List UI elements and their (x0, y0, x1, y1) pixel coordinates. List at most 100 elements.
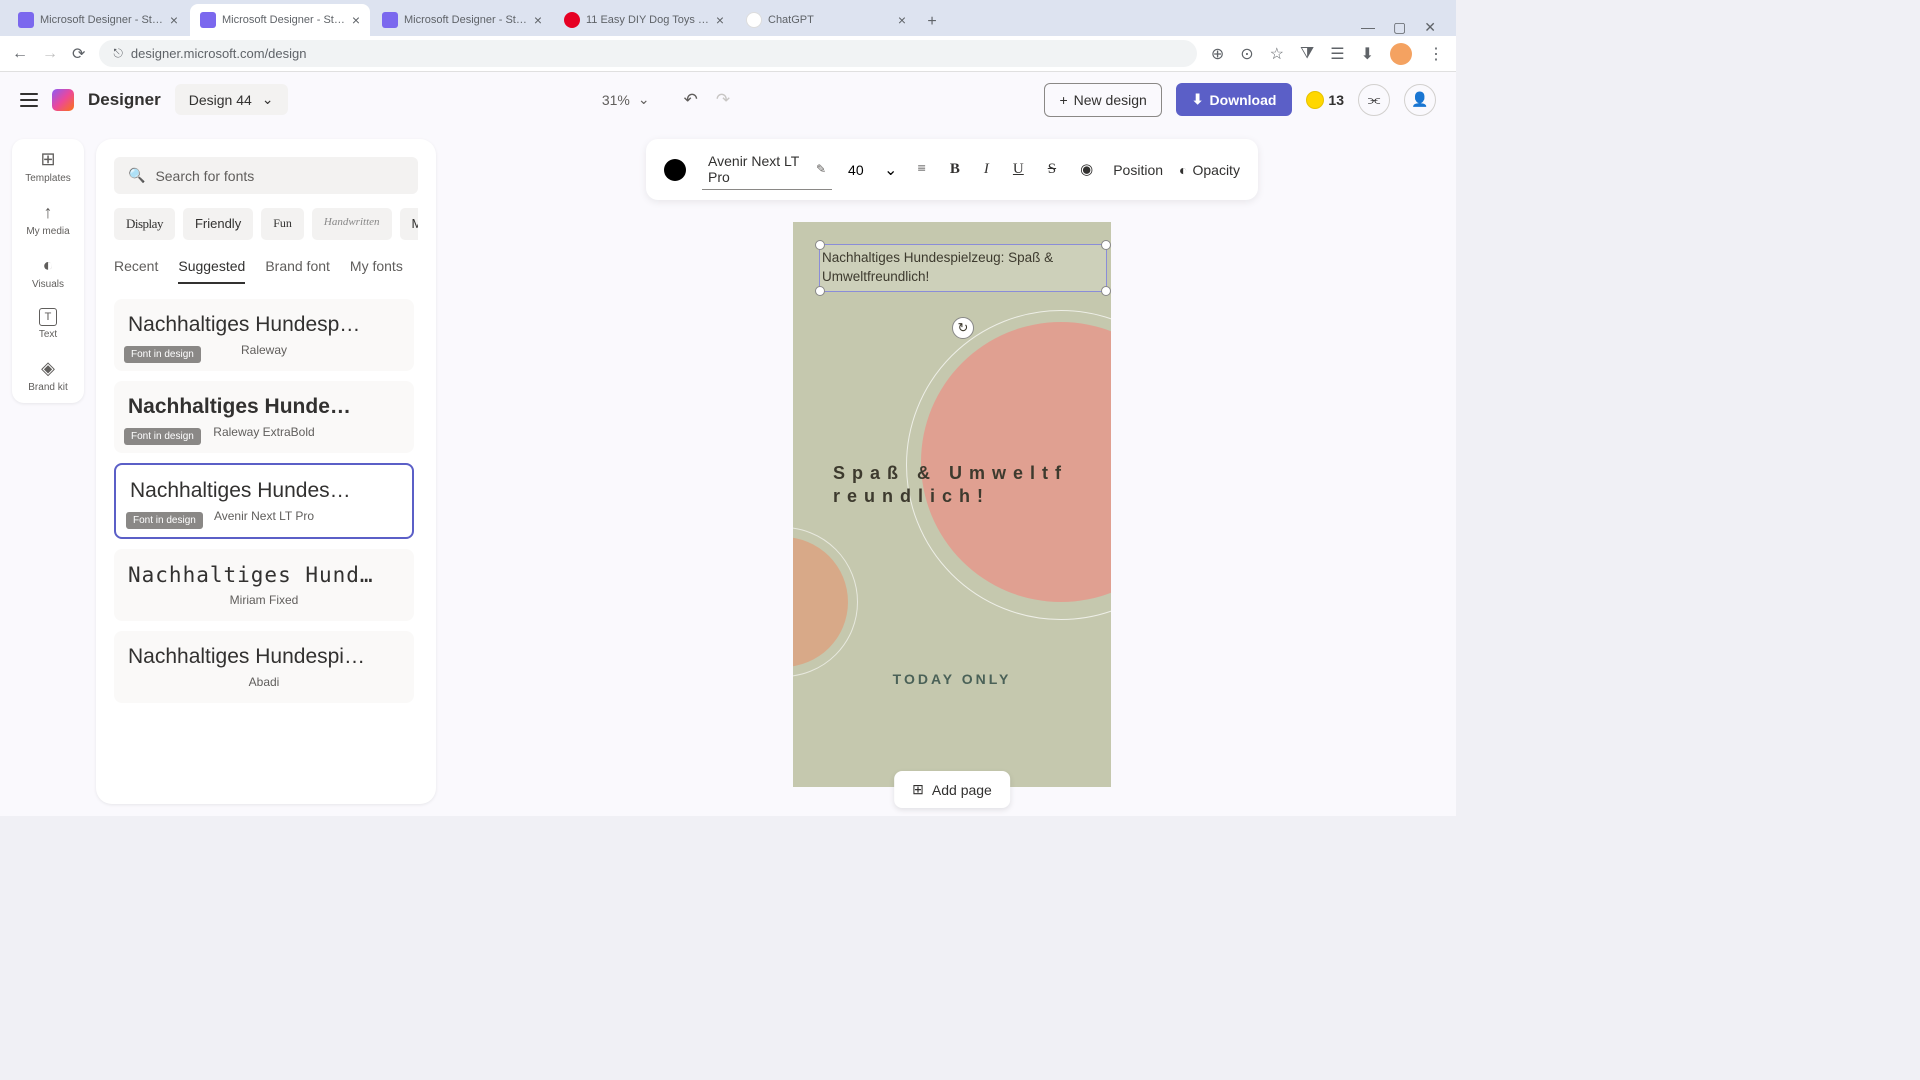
rail-templates[interactable]: ⊞ Templates (12, 149, 84, 184)
underline-button[interactable]: U (1009, 157, 1028, 182)
position-button[interactable]: Position (1113, 162, 1163, 178)
rail-label: Templates (25, 173, 71, 184)
font-in-design-badge: Font in design (124, 346, 201, 363)
font-card-avenir[interactable]: Nachhaltiges Hundes… Avenir Next LT Pro … (114, 463, 414, 539)
resize-handle[interactable] (1101, 240, 1111, 250)
logo-text[interactable]: Designer (88, 90, 161, 110)
bold-button[interactable]: B (946, 157, 964, 182)
design-canvas[interactable]: Nachhaltiges Hundespielzeug: Spaß & Umwe… (793, 222, 1111, 787)
text-color-picker[interactable] (664, 159, 686, 181)
chip-friendly[interactable]: Friendly (183, 208, 253, 240)
add-page-button[interactable]: ⊞ Add page (894, 771, 1010, 808)
canvas-text-bottom[interactable]: TODAY ONLY (793, 671, 1111, 687)
forward-icon[interactable]: → (42, 45, 58, 63)
browser-tab[interactable]: Microsoft Designer - Stunning × (8, 4, 188, 36)
strikethrough-button[interactable]: S (1044, 157, 1060, 182)
reload-icon[interactable]: ⟳ (72, 44, 85, 64)
design-name-label: Design 44 (189, 92, 252, 108)
close-icon[interactable]: × (898, 12, 906, 28)
new-design-button[interactable]: + New design (1044, 83, 1161, 117)
font-search-input[interactable]: 🔍 Search for fonts (114, 157, 418, 194)
rail-visuals[interactable]: ◐ Visuals (12, 255, 84, 290)
tab-brand-font[interactable]: Brand font (265, 258, 330, 284)
zoom-dropdown[interactable]: 31% ⌄ (602, 91, 650, 108)
font-card-raleway-extrabold[interactable]: Nachhaltiges Hunde… Raleway ExtraBold Fo… (114, 381, 414, 453)
window-controls: — ▢ ✕ (1349, 19, 1448, 36)
browser-tab[interactable]: ChatGPT × (736, 4, 916, 36)
tab-suggested[interactable]: Suggested (178, 258, 245, 284)
chip-more[interactable]: Mo (400, 208, 418, 240)
font-family-input[interactable]: Avenir Next LT Pro ✎ (702, 149, 832, 190)
install-icon[interactable]: ⊕ (1211, 44, 1224, 64)
browser-tab[interactable]: Microsoft Designer - Stunning × (190, 4, 370, 36)
font-list[interactable]: Nachhaltiges Hundesp… Raleway Font in de… (114, 299, 418, 703)
download-button[interactable]: ⬇ Download (1176, 83, 1293, 116)
font-category-chips: Display Friendly Fun Handwritten Mo (114, 208, 418, 240)
app-header: Designer Design 44 ⌄ 31% ⌄ ↶ ↷ + New des… (0, 72, 1456, 127)
account-button[interactable]: 👤 (1404, 84, 1436, 116)
upload-icon: ↑ (44, 202, 53, 223)
tab-title: Microsoft Designer - Stunning (404, 14, 528, 26)
design-name-dropdown[interactable]: Design 44 ⌄ (175, 84, 288, 115)
tab-title: 11 Easy DIY Dog Toys Using Fre (586, 14, 710, 26)
opacity-button[interactable]: ◐ Opacity (1179, 162, 1240, 178)
redo-icon[interactable]: ↷ (716, 90, 730, 110)
selected-text-element[interactable]: Nachhaltiges Hundespielzeug: Spaß & Umwe… (819, 244, 1107, 292)
reading-list-icon[interactable]: ☰ (1330, 44, 1344, 64)
back-icon[interactable]: ← (12, 45, 28, 63)
opacity-label: Opacity (1192, 162, 1239, 178)
rail-label: Visuals (32, 279, 64, 290)
font-panel: 🔍 Search for fonts Display Friendly Fun … (96, 139, 436, 804)
person-icon: 👤 (1411, 91, 1428, 108)
rail-text[interactable]: T Text (12, 308, 84, 340)
coins-badge[interactable]: 13 (1306, 91, 1344, 109)
text-content: Nachhaltiges Hundespielzeug: Spaß & Umwe… (822, 250, 1053, 284)
maximize-icon[interactable]: ▢ (1393, 19, 1406, 36)
close-icon[interactable]: × (170, 12, 178, 28)
chip-handwritten[interactable]: Handwritten (312, 208, 392, 240)
rail-brand-kit[interactable]: ◈ Brand kit (12, 358, 84, 393)
zoom-icon[interactable]: ⊙ (1240, 44, 1253, 64)
new-tab-button[interactable]: + (918, 8, 946, 36)
minimize-icon[interactable]: — (1361, 19, 1375, 36)
resize-handle[interactable] (1101, 286, 1111, 296)
rail-my-media[interactable]: ↑ My media (12, 202, 84, 237)
tab-recent[interactable]: Recent (114, 258, 158, 284)
italic-button[interactable]: I (980, 157, 993, 182)
font-card-raleway[interactable]: Nachhaltiges Hundesp… Raleway Font in de… (114, 299, 414, 371)
share-button[interactable]: ⫘ (1358, 84, 1390, 116)
align-icon[interactable]: ≡ (913, 157, 929, 182)
canvas-text-mid[interactable]: Spaß & Umweltfreundlich! (833, 462, 1081, 507)
undo-icon[interactable]: ↶ (684, 90, 698, 110)
tab-my-fonts[interactable]: My fonts (350, 258, 403, 284)
font-card-miriam[interactable]: Nachhaltiges Hund… Miriam Fixed (114, 549, 414, 621)
profile-avatar-icon[interactable] (1390, 43, 1412, 65)
resize-handle[interactable] (815, 286, 825, 296)
font-in-design-badge: Font in design (126, 512, 203, 529)
browser-tab-strip: Microsoft Designer - Stunning × Microsof… (0, 0, 1456, 36)
chip-display[interactable]: Display (114, 208, 175, 240)
rotate-handle[interactable]: ↻ (952, 317, 974, 339)
extensions-icon[interactable]: ⧩ (1300, 45, 1314, 63)
browser-tab[interactable]: 11 Easy DIY Dog Toys Using Fre × (554, 4, 734, 36)
chip-fun[interactable]: Fun (261, 208, 304, 240)
font-card-abadi[interactable]: Nachhaltiges Hundespi… Abadi (114, 631, 414, 703)
close-icon[interactable]: × (716, 12, 724, 28)
download-label: Download (1210, 92, 1277, 108)
browser-tab[interactable]: Microsoft Designer - Stunning × (372, 4, 552, 36)
font-sample: Nachhaltiges Hundespi… (128, 645, 400, 669)
menu-icon[interactable]: ⋮ (1428, 44, 1444, 64)
close-icon[interactable]: × (352, 12, 360, 28)
downloads-icon[interactable]: ⬇ (1361, 44, 1374, 64)
chevron-down-icon: ⌄ (638, 91, 650, 108)
font-sample: Nachhaltiges Hunde… (128, 395, 400, 419)
hamburger-menu-icon[interactable] (20, 93, 38, 107)
close-icon[interactable]: ✕ (1424, 19, 1436, 36)
bookmark-icon[interactable]: ☆ (1270, 44, 1284, 64)
resize-handle[interactable] (815, 240, 825, 250)
add-page-label: Add page (932, 782, 992, 798)
font-size-input[interactable]: 40 ⌄ (848, 160, 897, 180)
effects-icon[interactable]: ◉ (1076, 156, 1097, 183)
address-bar[interactable]: ⎋ designer.microsoft.com/design (99, 40, 1196, 67)
close-icon[interactable]: × (534, 12, 542, 28)
